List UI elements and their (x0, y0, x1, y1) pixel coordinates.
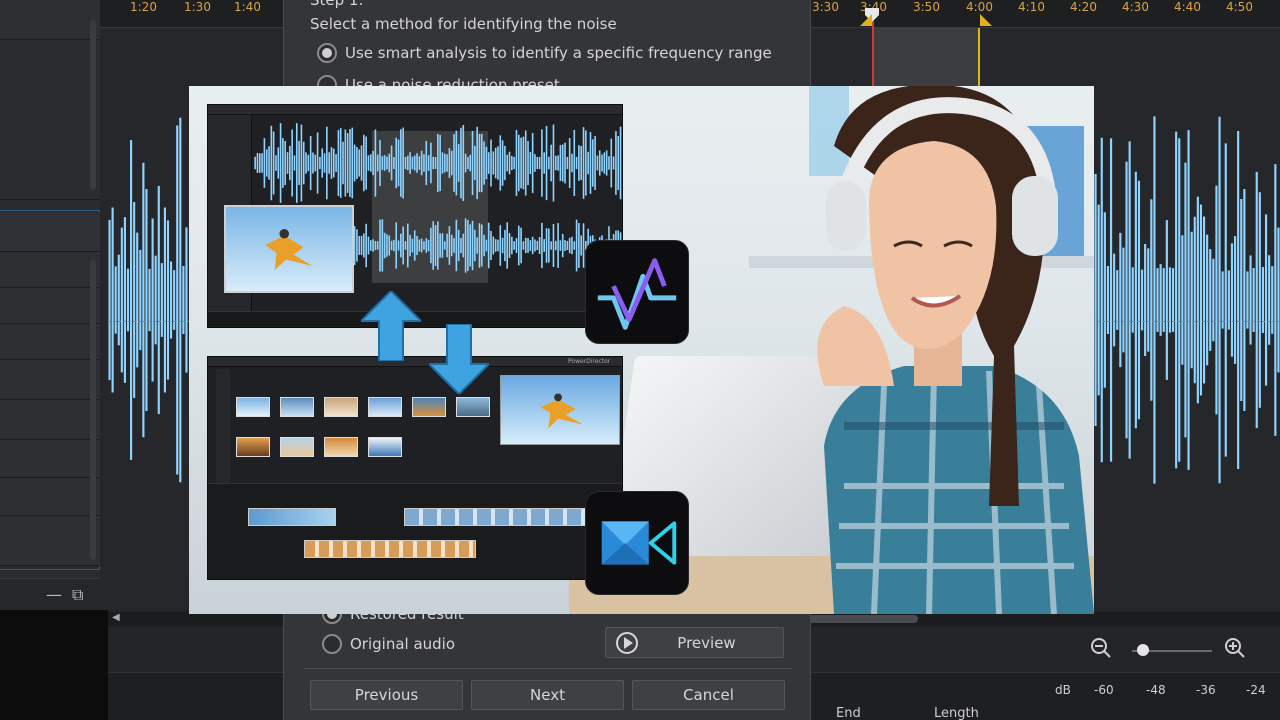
track-header-row[interactable] (0, 516, 100, 566)
left-panel-scrollbar[interactable] (90, 20, 96, 190)
track-header-row[interactable] (0, 400, 100, 440)
popout-icon[interactable]: ⧉ (72, 585, 83, 605)
smart-analysis-radio[interactable] (317, 43, 337, 63)
media-thumbnail (456, 397, 490, 417)
video-clip (404, 508, 614, 526)
left-panel-toolbar: — ⧉ (0, 578, 100, 610)
db-scale-value: -48 (1146, 683, 1166, 697)
waveform-right (1094, 116, 1280, 484)
zoom-out-icon[interactable] (1088, 636, 1114, 662)
timeline-tick: 3:30 (812, 0, 839, 14)
thumbnail-brand: PowerDirector (568, 358, 611, 365)
media-thumbnail (236, 437, 270, 457)
track-header-row[interactable] (0, 0, 100, 40)
original-audio-label[interactable]: Original audio (350, 635, 455, 653)
arrow-down-icon (429, 324, 489, 394)
db-scale-value: -60 (1094, 683, 1114, 697)
video-clip (248, 508, 336, 526)
left-track-panel: — ⧉ (0, 0, 100, 610)
track-header-row[interactable] (0, 212, 100, 252)
left-panel-scrollbar[interactable] (90, 260, 96, 560)
thumbnail-toolbar (216, 369, 230, 484)
video-editor-thumbnail: PowerDirector (207, 356, 623, 580)
zoom-in-icon[interactable] (1222, 636, 1248, 662)
timeline-tick: 1:40 (234, 0, 261, 14)
end-label: End (836, 706, 861, 720)
timeline-tick: 4:40 (1174, 0, 1201, 14)
thumbnail-titlebar (208, 105, 622, 115)
dialog-divider (304, 668, 792, 669)
track-header-row[interactable] (0, 360, 100, 400)
media-thumbnail (280, 437, 314, 457)
db-label: dB (1055, 683, 1071, 697)
arrow-up-icon (361, 291, 421, 361)
preview-button[interactable]: Preview (605, 627, 784, 658)
track-header-row[interactable] (0, 288, 100, 324)
dialog-prompt: Select a method for identifying the nois… (310, 15, 617, 33)
zoom-slider-handle[interactable] (1137, 644, 1149, 656)
skydiver-preview-thumbnail (224, 205, 354, 293)
preview-button-label: Preview (677, 633, 736, 652)
media-thumbnail (368, 397, 402, 417)
media-thumbnail (236, 397, 270, 417)
timeline-tick: 3:50 (913, 0, 940, 14)
cancel-button[interactable]: Cancel (632, 680, 785, 710)
track-header-row[interactable] (0, 324, 100, 360)
thumbnail-timeline (208, 483, 622, 579)
horizontal-scrollbar-thumb[interactable] (808, 615, 918, 623)
smart-analysis-label[interactable]: Use smart analysis to identify a specifi… (345, 44, 772, 62)
scroll-left-arrow-icon[interactable]: ◀ (112, 612, 120, 623)
timeline-tick: 4:30 (1122, 0, 1149, 14)
empty-corner (0, 610, 108, 720)
timeline-tick: 1:30 (184, 0, 211, 14)
db-scale-value: -36 (1196, 683, 1216, 697)
waveform-left (108, 117, 188, 483)
minimize-icon[interactable]: — (46, 585, 62, 604)
video-preview-thumbnail (500, 375, 620, 445)
promo-overlay-image: PowerDirector (189, 86, 1094, 614)
previous-button[interactable]: Previous (310, 680, 463, 710)
media-thumbnail (280, 397, 314, 417)
track-header-row[interactable] (0, 40, 100, 200)
track-header-row[interactable] (0, 478, 100, 516)
media-thumbnail (324, 397, 358, 417)
media-thumbnail (412, 397, 446, 417)
play-icon (616, 632, 638, 654)
timeline-tick: 1:20 (130, 0, 157, 14)
woman-with-headphones-image (817, 86, 1094, 614)
timeline-tick: 4:20 (1070, 0, 1097, 14)
timeline-tick: 4:10 (1018, 0, 1045, 14)
track-header-row[interactable] (0, 440, 100, 478)
length-label: Length (934, 706, 979, 720)
audio-clip (304, 540, 476, 558)
powerdirector-icon (585, 491, 689, 595)
timeline-tick: 4:50 (1226, 0, 1253, 14)
db-scale-value: -24 (1246, 683, 1266, 697)
media-thumbnail (324, 437, 358, 457)
media-thumbnail (368, 437, 402, 457)
timeline-tick: 4:00 (966, 0, 993, 14)
next-button[interactable]: Next (471, 680, 624, 710)
original-audio-radio[interactable] (322, 634, 342, 654)
step-label: Step 1: (310, 0, 364, 9)
track-header-row[interactable] (0, 252, 100, 288)
audiodirector-icon (585, 240, 689, 344)
